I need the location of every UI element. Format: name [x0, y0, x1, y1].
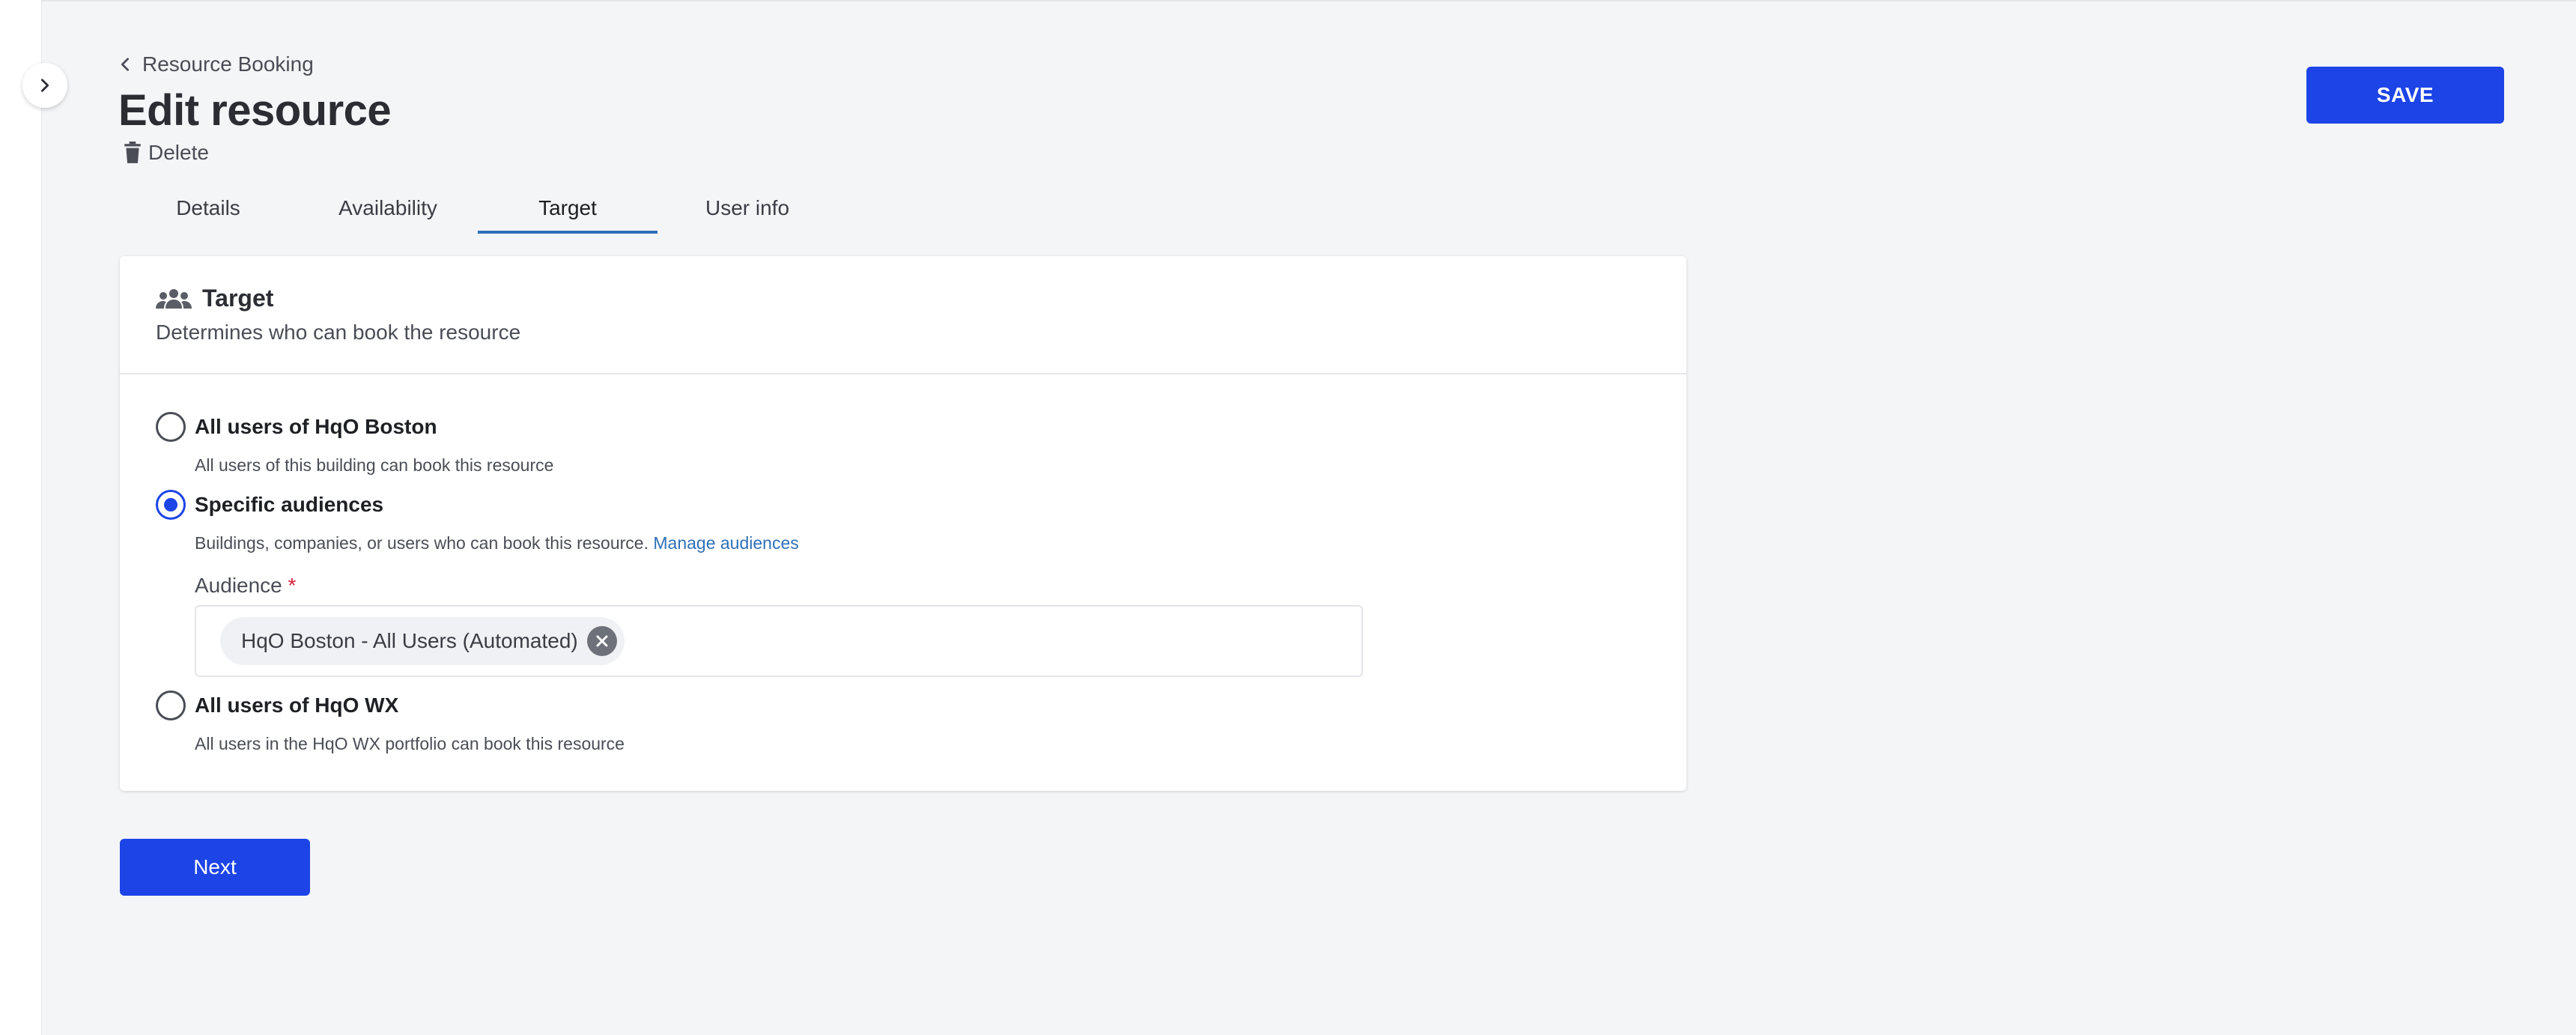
audience-input[interactable]: HqO Boston - All Users (Automated) [195, 605, 1363, 677]
radio-all-users-wx[interactable] [156, 690, 186, 720]
page-title: Edit resource [118, 86, 392, 135]
delete-button[interactable]: Delete [123, 141, 209, 165]
left-sidebar-rail [0, 0, 42, 1035]
chip-remove-button[interactable] [586, 626, 617, 656]
audience-label: Audience * [195, 574, 296, 598]
option-description: All users of this building can book this… [195, 455, 554, 475]
people-group-icon [156, 288, 192, 309]
breadcrumb-label: Resource Booking [142, 52, 314, 76]
card-subtitle: Determines who can book the resource [156, 321, 521, 344]
card-title: Target [156, 285, 273, 312]
option-label[interactable]: Specific audiences [195, 493, 383, 517]
option-label[interactable]: All users of HqO WX [195, 693, 398, 717]
required-mark: * [288, 574, 297, 597]
card-header: Target Determines who can book the resou… [120, 256, 1686, 374]
trash-icon [124, 142, 141, 163]
tab-bar: Details Availability Target User info [118, 187, 837, 234]
expand-sidebar-button[interactable] [22, 63, 67, 108]
option-description: All users in the HqO WX portfolio can bo… [195, 734, 625, 753]
option-description: Buildings, companies, or users who can b… [195, 533, 799, 553]
top-divider [0, 0, 2576, 1]
tab-details[interactable]: Details [118, 187, 298, 234]
option-label[interactable]: All users of HqO Boston [195, 415, 437, 439]
option-description-text: Buildings, companies, or users who can b… [195, 533, 648, 553]
save-button[interactable]: SAVE [2306, 67, 2504, 124]
next-button[interactable]: Next [120, 839, 310, 896]
audience-chip: HqO Boston - All Users (Automated) [220, 617, 625, 665]
tab-user-info[interactable]: User info [657, 187, 837, 234]
manage-audiences-link[interactable]: Manage audiences [653, 533, 798, 553]
radio-specific-audiences[interactable] [156, 490, 186, 520]
delete-label: Delete [148, 141, 209, 164]
card-title-text: Target [202, 285, 274, 312]
chevron-right-icon [40, 79, 49, 92]
tab-availability[interactable]: Availability [298, 187, 478, 234]
target-card: Target Determines who can book the resou… [120, 256, 1686, 791]
radio-all-users-boston[interactable] [156, 412, 186, 442]
chevron-left-icon [121, 58, 130, 71]
tab-target[interactable]: Target [478, 187, 657, 234]
audience-label-text: Audience [195, 574, 282, 597]
close-icon [596, 635, 608, 647]
audience-chip-label: HqO Boston - All Users (Automated) [241, 629, 578, 652]
breadcrumb[interactable]: Resource Booking [118, 51, 314, 78]
